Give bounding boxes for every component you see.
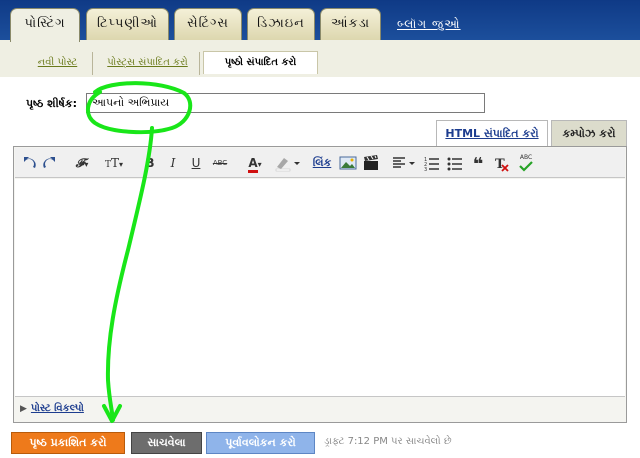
link-button[interactable]: લિંક xyxy=(311,154,333,172)
italic-icon[interactable]: I xyxy=(166,154,180,172)
spellcheck-icon[interactable]: ABC xyxy=(517,154,535,172)
tab-comments[interactable]: ટિપ્પણીઓ xyxy=(86,8,169,41)
blockquote-icon[interactable]: ❝ xyxy=(469,154,487,175)
bulleted-list-icon[interactable] xyxy=(446,154,464,172)
svg-text:3: 3 xyxy=(424,167,427,172)
post-options-label[interactable]: પોસ્ટ વિકલ્પો xyxy=(31,403,84,414)
editor-content-area[interactable] xyxy=(15,179,625,397)
page-title-label: પૃષ્ઠ શીર્ષક: xyxy=(26,97,78,110)
page-title-input[interactable] xyxy=(86,93,485,113)
highlight-color-icon[interactable] xyxy=(273,154,301,172)
underline-icon[interactable]: U xyxy=(189,154,203,172)
draft-saved-status: ડ્રાફ્ટ 7:12 PM પર સાચવેલો છે xyxy=(324,436,452,447)
expand-arrow-icon: ▶ xyxy=(20,404,27,414)
font-family-icon[interactable]: 𝓕▾ xyxy=(70,154,94,172)
publish-page-button[interactable]: પૃષ્ઠ પ્રકાશિત કરો xyxy=(11,432,125,454)
tab-compose[interactable]: કમ્પોઝ કરો xyxy=(551,120,627,147)
post-options-toggle[interactable]: ▶ પોસ્ટ વિકલ્પો xyxy=(20,403,84,414)
tab-design[interactable]: ડિઝાઇન xyxy=(247,8,315,41)
post-editor: 𝓕▾ TT▾ B I U ABC A▾ લિંક 123 ❝ T ABC ▶ પ… xyxy=(13,146,627,423)
bold-icon[interactable]: B xyxy=(143,154,157,172)
undo-icon[interactable] xyxy=(21,154,37,172)
insert-video-icon[interactable] xyxy=(362,154,380,172)
subtab-new-post[interactable]: નવી પોસ્ટ xyxy=(23,52,93,75)
tab-edit-html[interactable]: HTML સંપાદિત કરો xyxy=(436,120,548,147)
sub-navigation-bar: નવી પોસ્ટ પોસ્ટ્સ સંપાદિત કરો પૃષ્ઠો સંપ… xyxy=(0,40,640,77)
tab-posting[interactable]: પોસ્ટિંગ xyxy=(10,8,80,42)
subtab-edit-pages[interactable]: પૃષ્ઠો સંપાદિત કરો xyxy=(203,51,318,74)
subtab-edit-posts[interactable]: પોસ્ટ્સ સંપાદિત કરો xyxy=(96,52,200,75)
redo-icon[interactable] xyxy=(42,154,58,172)
view-blog-link[interactable]: બ્લૉગ જુઓ xyxy=(397,17,461,32)
align-icon[interactable] xyxy=(391,154,419,172)
top-navigation-bar: પોસ્ટિંગ ટિપ્પણીઓ સેટિંગ્સ ડિઝાઇન આંકડા … xyxy=(0,0,640,42)
text-color-icon[interactable]: A▾ xyxy=(241,154,269,173)
insert-image-icon[interactable] xyxy=(339,154,357,172)
numbered-list-icon[interactable]: 123 xyxy=(423,154,441,172)
font-size-icon[interactable]: TT▾ xyxy=(101,154,127,172)
strikethrough-icon[interactable]: ABC xyxy=(211,154,229,172)
tab-stats[interactable]: આંકડા xyxy=(320,8,381,41)
tab-settings[interactable]: સેટિંગ્સ xyxy=(174,8,242,41)
remove-formatting-icon[interactable]: T xyxy=(492,154,510,172)
editor-toolbar: 𝓕▾ TT▾ B I U ABC A▾ લિંક 123 ❝ T ABC xyxy=(15,148,625,178)
save-button[interactable]: સાચવેલા xyxy=(131,432,202,454)
preview-button[interactable]: પૂર્વાવલોકન કરો xyxy=(206,432,315,454)
